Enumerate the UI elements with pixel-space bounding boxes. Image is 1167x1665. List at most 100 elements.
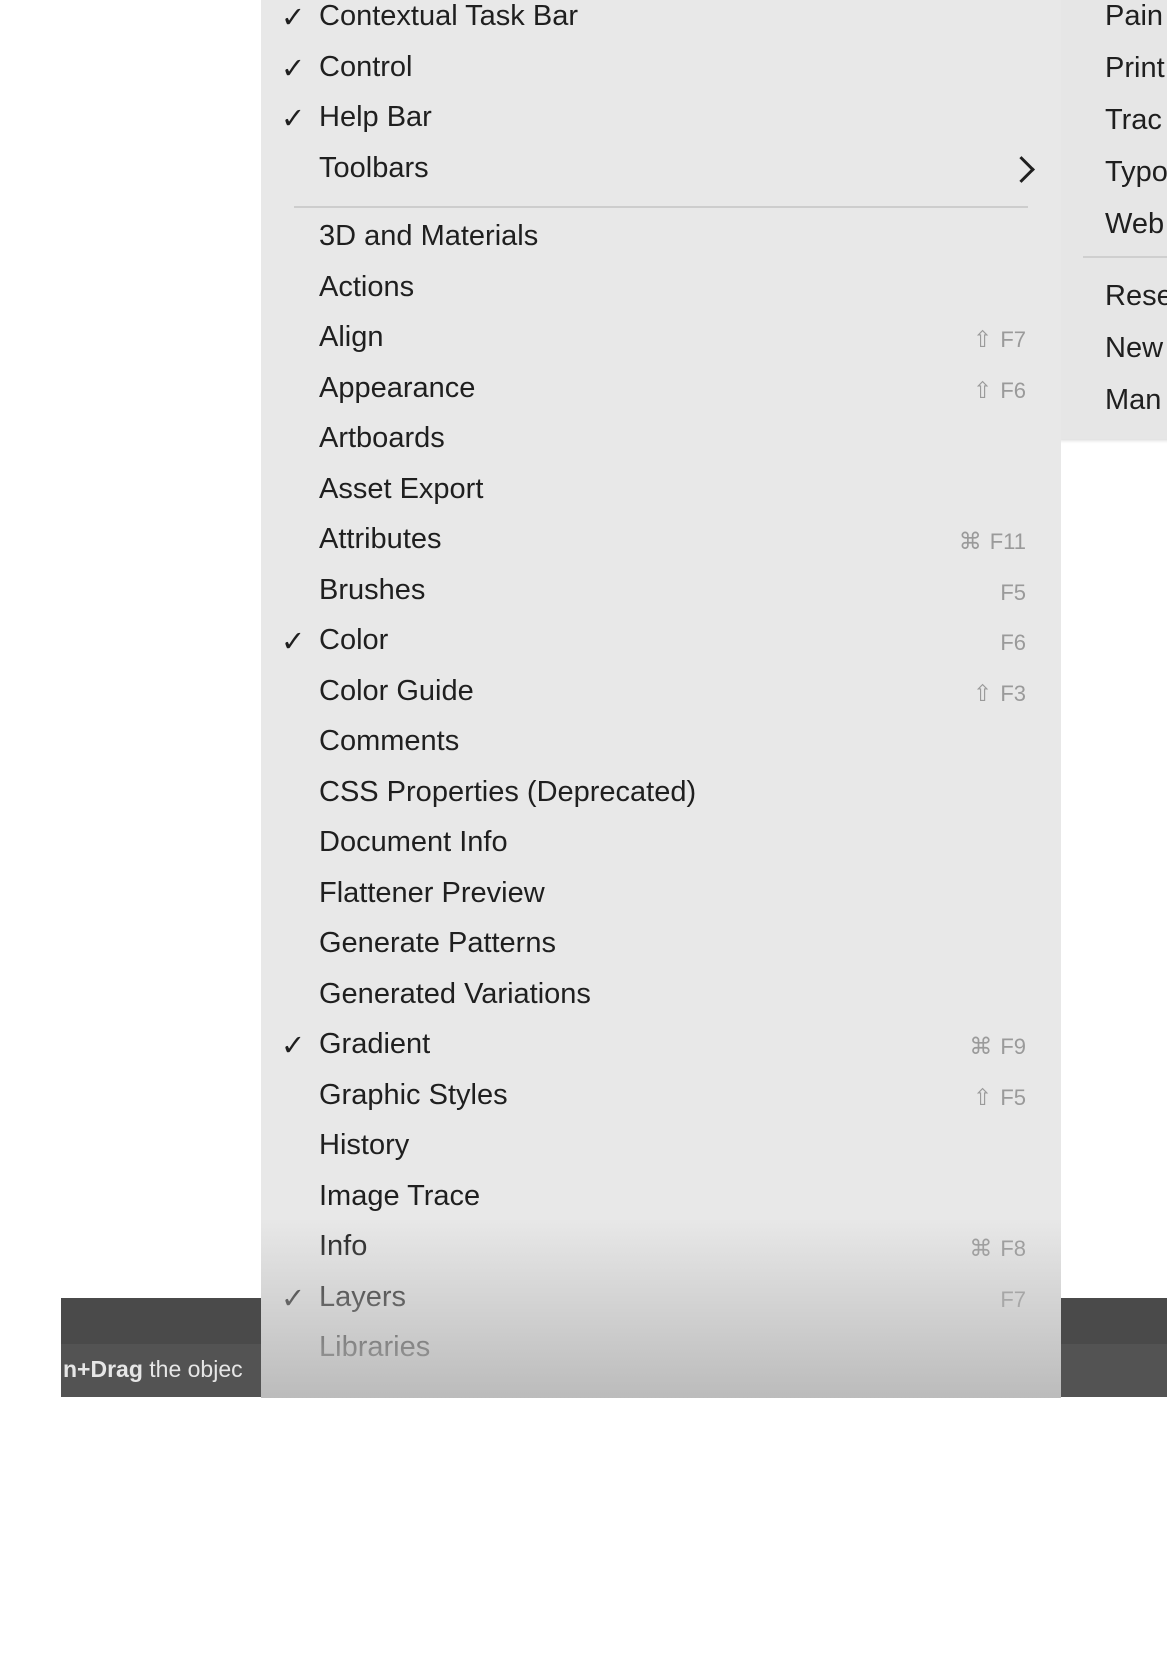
menu-item-generated-variations[interactable]: Generated Variations	[261, 970, 1061, 1022]
menu-item-appearance[interactable]: Appearance ⇧ F6	[261, 364, 1061, 416]
menu-item-label: Attributes	[319, 523, 442, 555]
menu-item-css-properties-deprecated[interactable]: CSS Properties (Deprecated)	[261, 768, 1061, 820]
menu-item-label: Artboards	[319, 422, 445, 454]
menu-item-label: Asset Export	[319, 472, 484, 505]
command-key-icon: ⌘	[969, 1236, 993, 1262]
menu-item-label: Actions	[319, 270, 415, 303]
menu-item-artboards[interactable]: Artboards	[261, 414, 1061, 466]
workspace-item-reset[interactable]: Rese	[1105, 280, 1167, 313]
workspace-item-tracing[interactable]: Trac	[1105, 104, 1162, 137]
menu-item-label: Graphic Styles	[319, 1078, 508, 1111]
keyboard-shortcut: ⇧ F5	[973, 1085, 1026, 1111]
menu-item-label: Document Info	[319, 826, 508, 858]
menu-item-brushes[interactable]: Brushes F5	[261, 566, 1061, 618]
checkmark-icon: ✓	[281, 50, 306, 85]
menu-item-label: Comments	[319, 725, 460, 757]
shortcut-key: F7	[1000, 1286, 1026, 1312]
menu-item-asset-export[interactable]: Asset Export	[261, 465, 1061, 517]
menu-item-comments[interactable]: Comments	[261, 717, 1061, 769]
menu-item-label: Color Guide	[319, 674, 474, 707]
menu-item-toolbars[interactable]: Toolbars	[261, 144, 1061, 196]
menu-item-label: Generate Patterns	[319, 927, 556, 959]
keyboard-shortcut: ⇧ F3	[973, 681, 1026, 707]
menu-item-label: History	[319, 1129, 410, 1161]
menu-item-label: 3D and Materials	[319, 220, 539, 252]
menu-item-label: Help Bar	[319, 101, 432, 133]
menu-item-layers[interactable]: ✓ Layers F7	[261, 1273, 1061, 1325]
checkmark-icon: ✓	[281, 1028, 306, 1062]
keyboard-shortcut: F5	[1000, 580, 1026, 606]
workspace-item-manage[interactable]: Man	[1105, 384, 1161, 417]
menu-item-color-guide[interactable]: Color Guide ⇧ F3	[261, 667, 1061, 719]
shortcut-key: F6	[1000, 630, 1026, 655]
keyboard-shortcut: ⌘ F8	[969, 1236, 1026, 1262]
menu-item-control[interactable]: ✓ Control	[261, 43, 1061, 95]
workspace-item-typography[interactable]: Typo	[1105, 156, 1167, 189]
shortcut-key: F11	[989, 529, 1026, 554]
shortcut-key: F3	[1000, 680, 1026, 706]
menu-item-help-bar[interactable]: ✓ Help Bar	[261, 93, 1061, 145]
menu-item-align[interactable]: Align ⇧ F7	[261, 313, 1061, 365]
menu-item-info[interactable]: Info ⌘ F8	[261, 1222, 1061, 1274]
keyboard-shortcut: ⇧ F7	[973, 327, 1026, 353]
shortcut-key: F6	[1000, 377, 1026, 403]
shift-key-icon: ⇧	[973, 1084, 993, 1111]
shortcut-key: F8	[1000, 1236, 1026, 1261]
menu-item-3d-and-materials[interactable]: 3D and Materials	[261, 212, 1061, 264]
checkmark-icon: ✓	[281, 1280, 306, 1315]
menu-item-label: Toolbars	[319, 151, 429, 184]
menu-item-attributes[interactable]: Attributes ⌘ F11	[261, 515, 1061, 567]
checkmark-icon: ✓	[281, 0, 306, 34]
keyboard-shortcut: ⌘ F11	[959, 529, 1026, 555]
menu-item-generate-patterns[interactable]: Generate Patterns	[261, 919, 1061, 971]
menu-item-image-trace[interactable]: Image Trace	[261, 1172, 1061, 1224]
workspace-submenu: Pain Print Trac Typo Web Rese New Man	[1049, 0, 1167, 439]
menu-item-label: Layers	[319, 1280, 407, 1313]
shortcut-key: F7	[1000, 327, 1026, 352]
workspace-item-web[interactable]: Web	[1105, 208, 1164, 241]
keyboard-shortcut: ⌘ F9	[969, 1034, 1026, 1060]
status-hint-rest: the objec	[142, 1356, 243, 1382]
shift-key-icon: ⇧	[973, 327, 993, 353]
command-key-icon: ⌘	[969, 1034, 993, 1060]
menu-item-label: Image Trace	[319, 1179, 481, 1212]
window-menu: ✓ Contextual Task Bar ✓ Control ✓ Help Bar Too…	[261, 0, 1061, 1398]
checkmark-icon: ✓	[281, 101, 306, 135]
menu-item-label: Appearance	[319, 371, 476, 404]
menu-item-label: Color	[319, 624, 389, 656]
menu-item-label: Gradient	[319, 1028, 431, 1060]
menu-item-label: Info	[319, 1230, 368, 1262]
keyboard-shortcut: ⇧ F6	[973, 378, 1026, 404]
menu-item-label: Align	[319, 321, 384, 353]
shortcut-key: F5	[1000, 1084, 1026, 1110]
menu-item-actions[interactable]: Actions	[261, 263, 1061, 315]
workspace-item-new[interactable]: New	[1105, 332, 1163, 365]
window-menu-separator	[294, 206, 1028, 208]
screen: n+Drag the objec Pain Print Trac Typo We…	[0, 0, 1167, 1665]
menu-item-label: Libraries	[319, 1331, 431, 1363]
menu-item-label: CSS Properties (Deprecated)	[319, 775, 697, 808]
keyboard-shortcut: F6	[1000, 630, 1026, 656]
menu-item-flattener-preview[interactable]: Flattener Preview	[261, 869, 1061, 921]
menu-item-label: Flattener Preview	[319, 876, 545, 909]
menu-item-document-info[interactable]: Document Info	[261, 818, 1061, 870]
menu-item-libraries[interactable]: Libraries	[261, 1323, 1061, 1375]
menu-item-color[interactable]: ✓ Color F6	[261, 616, 1061, 668]
workspace-separator	[1083, 256, 1167, 258]
checkmark-icon: ✓	[281, 624, 306, 658]
menu-item-history[interactable]: History	[261, 1121, 1061, 1173]
status-hint-bold: n+Drag	[63, 1356, 143, 1382]
shift-key-icon: ⇧	[973, 377, 993, 404]
menu-item-label: Control	[319, 50, 413, 83]
shortcut-key: F5	[1000, 579, 1026, 605]
menu-item-graphic-styles[interactable]: Graphic Styles ⇧ F5	[261, 1071, 1061, 1123]
workspace-item-printing[interactable]: Print	[1105, 52, 1165, 85]
shortcut-key: F9	[1000, 1034, 1026, 1059]
shift-key-icon: ⇧	[973, 680, 993, 707]
workspace-item-painting[interactable]: Pain	[1105, 0, 1163, 33]
menu-item-label: Brushes	[319, 573, 426, 606]
keyboard-shortcut: F7	[1000, 1287, 1026, 1313]
status-hint-text: n+Drag the objec	[63, 1356, 243, 1383]
menu-item-contextual-task-bar[interactable]: ✓ Contextual Task Bar	[261, 0, 1061, 44]
menu-item-gradient[interactable]: ✓ Gradient ⌘ F9	[261, 1020, 1061, 1072]
